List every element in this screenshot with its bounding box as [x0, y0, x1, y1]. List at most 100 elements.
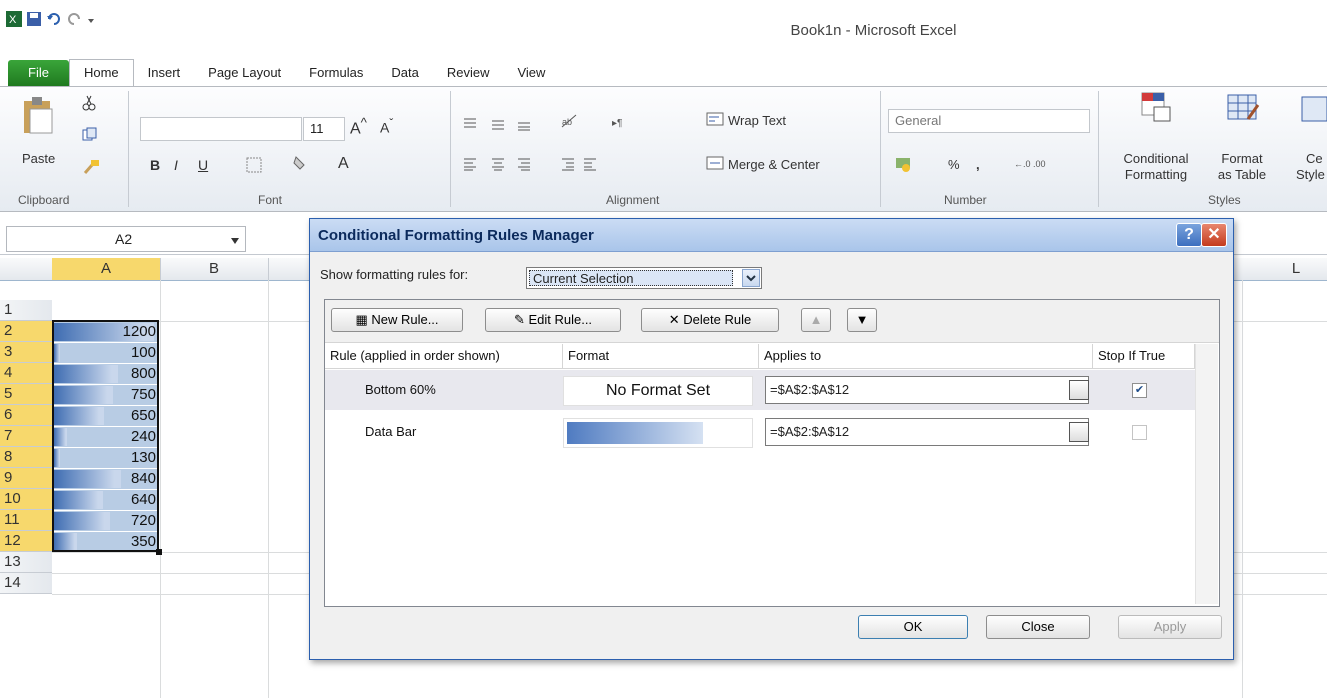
edit-rule-button[interactable]: ✎ Edit Rule... [485, 308, 621, 332]
cell-styles-button[interactable]: Ce Style [1296, 151, 1327, 183]
row-header[interactable]: 14 [0, 573, 52, 594]
wrap-text-icon[interactable] [706, 111, 724, 130]
rule-row[interactable]: Bottom 60% No Format Set =$A$2:$A$12 ✔ [325, 370, 1195, 410]
tab-data[interactable]: Data [377, 60, 432, 86]
move-up-button[interactable]: ▲ [801, 308, 831, 332]
stop-column-header[interactable]: Stop If True [1093, 344, 1195, 368]
delete-rule-button[interactable]: ✕ Delete Rule [641, 308, 779, 332]
row-header[interactable]: 4 [0, 363, 52, 384]
tab-file[interactable]: File [8, 60, 69, 86]
range-selector-icon[interactable] [1069, 380, 1089, 400]
rule-column-header[interactable]: Rule (applied in order shown) [325, 344, 563, 368]
italic-button[interactable]: I [174, 157, 178, 173]
row-header[interactable]: 3 [0, 342, 52, 363]
stop-if-true-checkbox[interactable] [1132, 425, 1147, 440]
text-direction-icon[interactable]: ▸¶ [612, 115, 636, 132]
chevron-down-icon[interactable] [742, 269, 760, 287]
font-size-combo[interactable]: 11 [303, 117, 345, 141]
delete-icon: ✕ [668, 312, 684, 327]
ribbon-tabs: File Home Insert Page Layout Formulas Da… [0, 58, 1327, 86]
ok-button[interactable]: OK [858, 615, 968, 639]
applies-column-header[interactable]: Applies to [759, 344, 1093, 368]
row-header[interactable]: 10 [0, 489, 52, 510]
name-box[interactable]: A2 [6, 226, 246, 252]
rules-scrollbar[interactable] [1195, 344, 1218, 604]
accounting-format-icon[interactable] [894, 155, 914, 176]
decimal-increase-icon[interactable]: ←.0 .00 [1014, 155, 1064, 174]
tab-review[interactable]: Review [433, 60, 504, 86]
show-rules-select[interactable]: Current Selection [526, 267, 762, 289]
cell-styles-icon[interactable] [1300, 95, 1327, 126]
new-rule-icon: ▦ [355, 312, 372, 327]
copy-icon[interactable] [82, 127, 100, 144]
column-header-a[interactable]: A [52, 258, 161, 280]
row-header[interactable]: 8 [0, 447, 52, 468]
dialog-title-bar: Conditional Formatting Rules Manager ? ✕ [310, 219, 1233, 252]
row-header[interactable]: 1 [0, 300, 52, 321]
bold-button[interactable]: B [150, 157, 160, 173]
orientation-icon[interactable]: ab [560, 113, 580, 132]
fill-color-icon[interactable] [292, 155, 312, 176]
paste-button[interactable]: Paste [22, 151, 55, 166]
row-header[interactable]: 13 [0, 552, 52, 573]
conditional-formatting-button[interactable]: Conditional Formatting [1110, 151, 1202, 183]
underline-button[interactable]: U [198, 157, 208, 173]
stop-if-true-checkbox[interactable]: ✔ [1132, 383, 1147, 398]
font-name-combo[interactable] [140, 117, 302, 141]
merge-center-button[interactable]: Merge & Center [728, 157, 820, 172]
row-header[interactable]: 6 [0, 405, 52, 426]
rule-format-preview: No Format Set [563, 376, 753, 406]
range-selector-icon[interactable] [1069, 422, 1089, 442]
tab-page-layout[interactable]: Page Layout [194, 60, 295, 86]
align-left-icon[interactable] [462, 157, 542, 174]
percent-style-button[interactable]: % [948, 157, 960, 172]
format-painter-icon[interactable] [82, 159, 100, 178]
row-header[interactable]: 12 [0, 531, 52, 552]
row-header[interactable]: 7 [0, 426, 52, 447]
rules-header: Rule (applied in order shown) Format App… [325, 344, 1195, 369]
applies-to-input[interactable]: =$A$2:$A$12 [765, 418, 1089, 446]
styles-group-label: Styles [1208, 193, 1241, 207]
shrink-font-icon[interactable]: Aˇ [380, 117, 393, 136]
move-down-button[interactable]: ▼ [847, 308, 877, 332]
grow-font-icon[interactable]: A^ [350, 115, 367, 138]
format-as-table-icon[interactable] [1226, 93, 1260, 126]
rule-row[interactable]: Data Bar =$A$2:$A$12 [325, 412, 1195, 452]
merge-center-icon[interactable] [706, 155, 724, 174]
cut-icon[interactable] [82, 95, 96, 114]
svg-text:▸¶: ▸¶ [612, 118, 622, 129]
select-all-corner[interactable] [0, 258, 53, 280]
indent-icon[interactable] [560, 157, 600, 174]
close-window-button[interactable]: ✕ [1201, 223, 1227, 247]
conditional-formatting-icon[interactable] [1140, 91, 1172, 126]
applies-to-input[interactable]: =$A$2:$A$12 [765, 376, 1089, 404]
tab-home[interactable]: Home [68, 59, 134, 86]
column-header-l[interactable]: L [1242, 258, 1327, 280]
wrap-text-button[interactable]: Wrap Text [728, 113, 786, 128]
align-top-icon[interactable] [462, 117, 542, 134]
font-color-icon[interactable]: A [338, 155, 349, 173]
number-format-combo[interactable]: General [888, 109, 1090, 133]
apply-button[interactable]: Apply [1118, 615, 1222, 639]
close-button[interactable]: Close [986, 615, 1090, 639]
tab-formulas[interactable]: Formulas [295, 60, 377, 86]
row-header[interactable]: 9 [0, 468, 52, 489]
comma-style-button[interactable]: , [976, 157, 980, 172]
show-rules-label: Show formatting rules for: [320, 267, 469, 282]
row-header[interactable]: 2 [0, 321, 52, 342]
row-header[interactable]: 11 [0, 510, 52, 531]
rules-panel: ▦ New Rule... ✎ Edit Rule... ✕ Delete Ru… [324, 299, 1220, 607]
help-button[interactable]: ? [1176, 223, 1202, 247]
new-rule-button[interactable]: ▦ New Rule... [331, 308, 463, 332]
borders-icon[interactable] [246, 157, 262, 176]
paste-icon[interactable] [22, 95, 56, 138]
fill-handle[interactable] [156, 549, 162, 555]
tab-view[interactable]: View [503, 60, 559, 86]
delete-rule-label: Delete Rule [683, 312, 752, 327]
name-box-dropdown-icon[interactable] [230, 234, 240, 248]
format-as-table-button[interactable]: Format as Table [1206, 151, 1278, 183]
tab-insert[interactable]: Insert [134, 60, 195, 86]
format-column-header[interactable]: Format [563, 344, 759, 368]
column-header-b[interactable]: B [160, 258, 269, 280]
row-header[interactable]: 5 [0, 384, 52, 405]
